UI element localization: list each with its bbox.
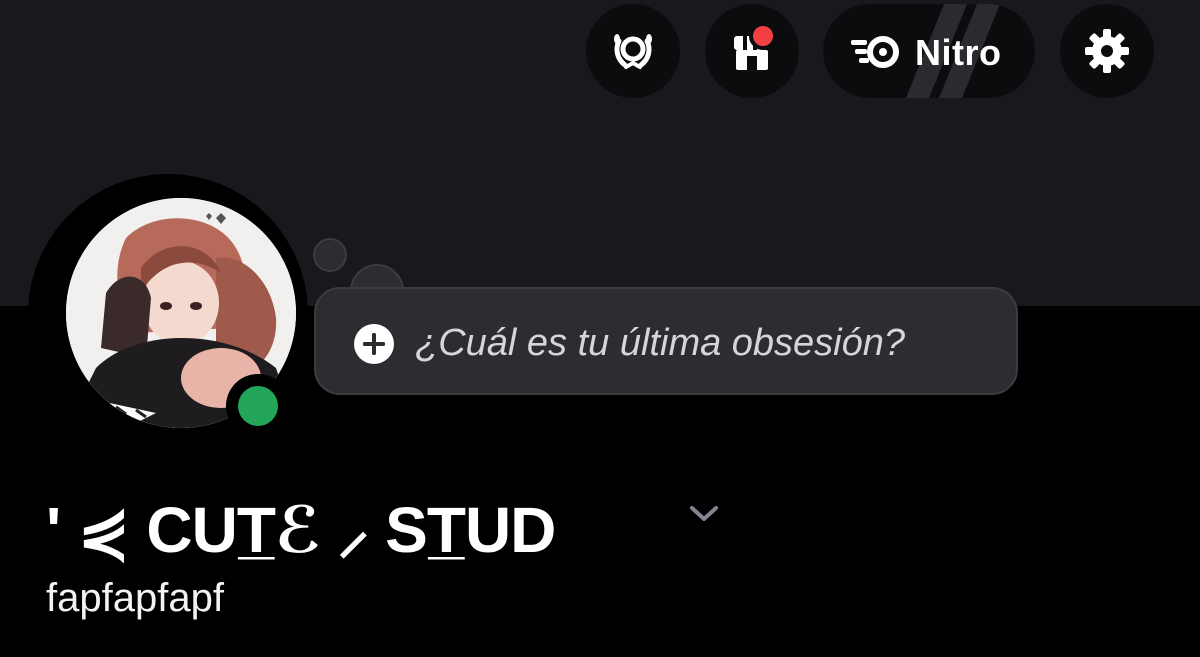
add-status-icon[interactable] [353, 323, 395, 365]
quests-button[interactable] [586, 4, 680, 98]
settings-button[interactable] [1060, 4, 1154, 98]
nitro-button[interactable]: Nitro [823, 4, 1035, 98]
shop-button[interactable] [705, 4, 799, 98]
profile-page: Nitro ¿Cuál es tu última obsesión? ' ⋞ C… [0, 0, 1200, 657]
username: fapfapfapf [46, 576, 224, 620]
laurel-wreath-icon [614, 34, 652, 69]
nitro-icon [851, 36, 899, 68]
custom-status-placeholder: ¿Cuál es tu última obsesión? [415, 322, 906, 364]
online-status-indicator [226, 374, 290, 438]
thought-bubble-small [313, 238, 347, 272]
chevron-down-icon[interactable] [686, 500, 722, 526]
gear-icon [1085, 29, 1129, 73]
display-name[interactable]: ' ⋞ CUT̲ℰ ⸝ ST̲UD [46, 484, 556, 571]
notification-badge [749, 22, 777, 50]
bubble-joint [352, 289, 404, 309]
nitro-label: Nitro [915, 32, 1002, 73]
